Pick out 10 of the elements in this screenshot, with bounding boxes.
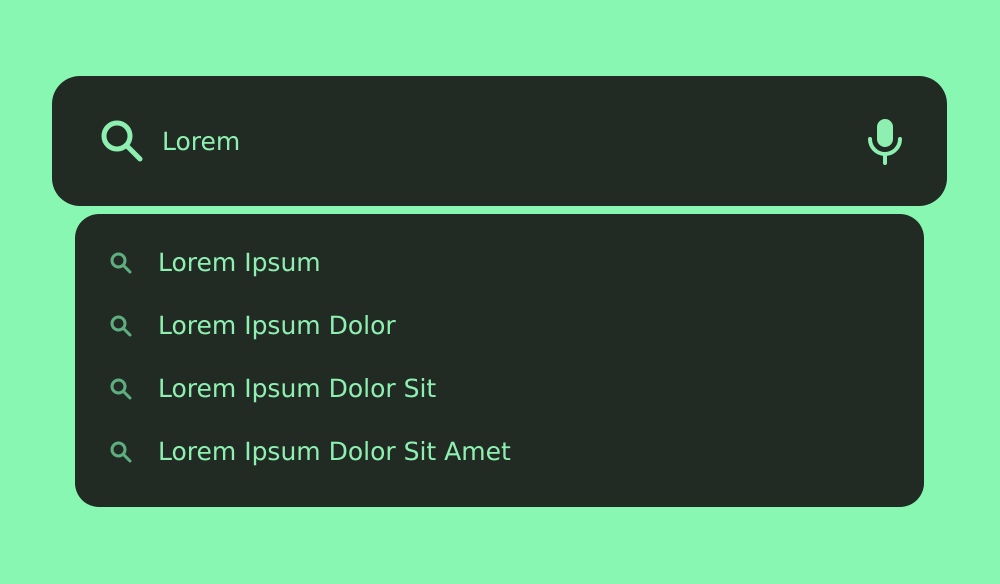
- suggestion-item[interactable]: Lorem Ipsum Dolor Sit Amet: [109, 420, 890, 483]
- search-icon: [109, 376, 133, 400]
- search-icon: [109, 250, 133, 274]
- suggestion-item[interactable]: Lorem Ipsum: [109, 231, 890, 294]
- suggestion-item[interactable]: Lorem Ipsum Dolor Sit: [109, 357, 890, 420]
- microphone-icon[interactable]: [865, 117, 905, 165]
- suggestion-item[interactable]: Lorem Ipsum Dolor: [109, 294, 890, 357]
- search-icon: [109, 314, 133, 338]
- search-icon: [109, 440, 133, 464]
- search-input[interactable]: Lorem: [162, 126, 849, 156]
